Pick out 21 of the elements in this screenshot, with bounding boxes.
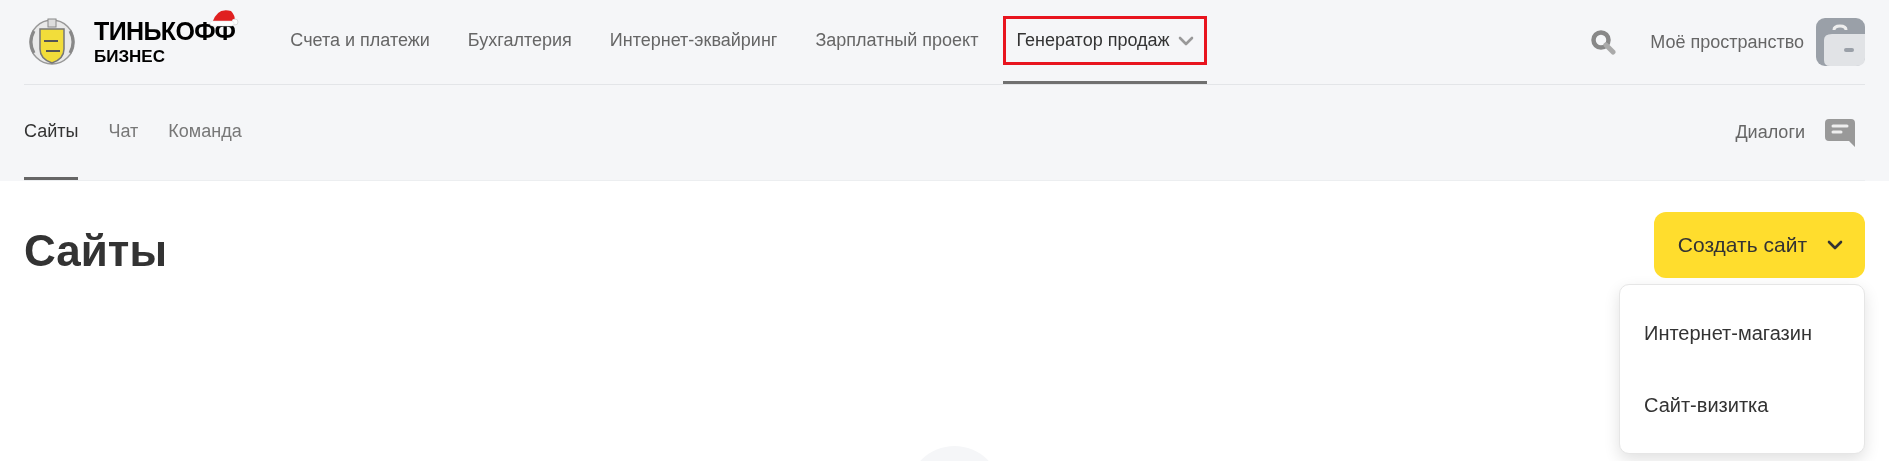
subnav-tab[interactable]: Команда (168, 85, 242, 180)
account-link[interactable]: Моё пространство (1650, 28, 1804, 56)
subnav-tab[interactable]: Сайты (24, 85, 79, 180)
menu-item[interactable]: Интернет-магазин (1620, 297, 1864, 369)
chat-bubble-icon[interactable] (1825, 118, 1855, 147)
logo-wordmark: ТИНЬКОФФ (94, 17, 236, 45)
nav-link[interactable]: Зарплатный проект (802, 16, 992, 65)
dialogs-link[interactable]: Диалоги (1735, 119, 1805, 146)
nav-link[interactable]: Бухгалтерия (454, 16, 585, 65)
nav-link[interactable]: Интернет-эквайринг (596, 16, 791, 65)
nav-link[interactable]: Счета и платежи (277, 16, 443, 65)
subnav-tab[interactable]: Чат (108, 85, 139, 180)
create-site-button[interactable]: Создать сайт (1653, 212, 1865, 278)
menu-item[interactable]: Сайт-визитка (1620, 369, 1864, 441)
page-title: Сайты (24, 225, 167, 277)
search-icon[interactable] (1590, 29, 1617, 55)
logo-subtitle: БИЗНЕС (94, 48, 166, 65)
briefcase-avatar-icon[interactable] (1816, 18, 1865, 66)
nav-link[interactable]: Генератор продаж (1003, 16, 1207, 65)
chevron-down-icon (1827, 240, 1843, 250)
chevron-down-icon (1177, 35, 1194, 46)
